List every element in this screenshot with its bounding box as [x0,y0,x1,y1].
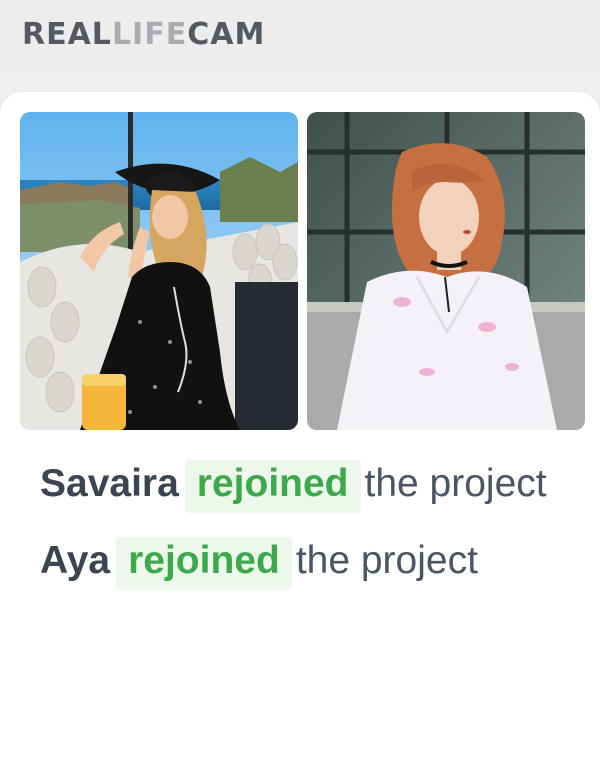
activity-feed: Savaira rejoined the project Aya rejoined th… [40,460,560,614]
site-logo[interactable]: REAL LIFE CAM [22,18,265,52]
logo-text-real: REAL [22,17,112,52]
top-bar: REAL LIFE CAM [0,0,600,72]
feed-item-text: the project [295,538,478,582]
feed-item: Savaira rejoined the project [40,460,560,513]
photo-woman-white-shirt-icon [307,112,585,430]
logo-text-life: LIFE [111,17,188,52]
status-badge: rejoined [184,460,361,513]
feed-user-name[interactable]: Aya [40,539,110,582]
feed-user-name[interactable]: Savaira [40,462,179,505]
feed-item-text: the project [364,462,547,505]
logo-text-cam: CAM [187,17,266,52]
status-badge: rejoined [116,536,292,590]
photo-woman-hat-sea-icon [20,112,298,430]
photo-thumbnail-1[interactable] [20,112,298,430]
activity-card [0,92,600,772]
photo-gallery [20,112,585,430]
feed-item: Aya rejoined the project [40,536,560,590]
photo-thumbnail-2[interactable] [307,112,585,430]
